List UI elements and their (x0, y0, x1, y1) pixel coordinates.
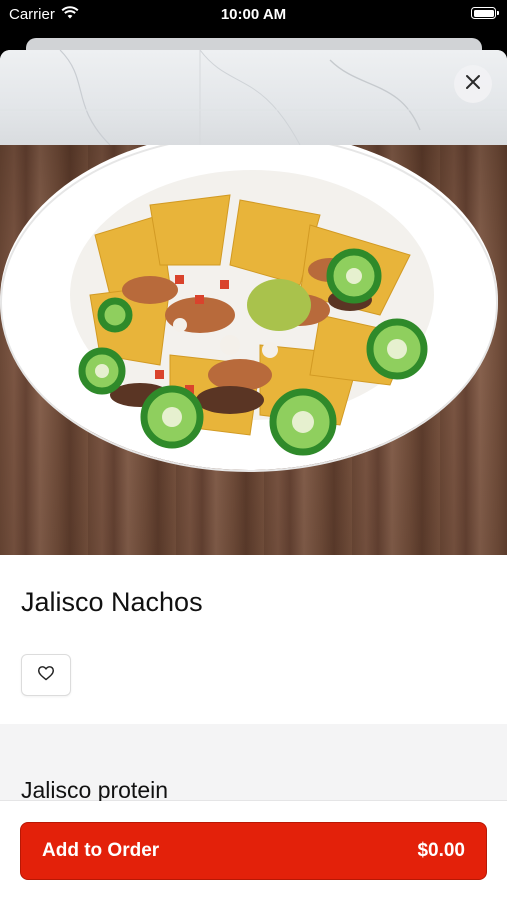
close-icon (465, 74, 481, 95)
heart-icon (37, 665, 55, 686)
item-detail-sheet: Jalisco Nachos Jalisco protein Add to Or… (0, 50, 507, 900)
section-title: Jalisco protein (21, 777, 169, 803)
add-to-order-button[interactable]: Add to Order $0.00 (20, 822, 487, 880)
status-time: 10:00 AM (220, 6, 287, 23)
status-bar: Carrier 10:00 AM (0, 0, 507, 30)
order-price: $0.00 (417, 840, 465, 861)
item-title: Jalisco Nachos (21, 587, 203, 617)
marble-backdrop (0, 50, 507, 145)
favorite-button[interactable] (21, 654, 71, 696)
add-to-order-label: Add to Order (42, 840, 160, 861)
battery-icon (471, 7, 499, 19)
close-button[interactable] (454, 65, 492, 103)
item-hero-image (0, 50, 507, 555)
nachos-photo (0, 145, 498, 472)
order-footer: Add to Order $0.00 (0, 801, 507, 900)
